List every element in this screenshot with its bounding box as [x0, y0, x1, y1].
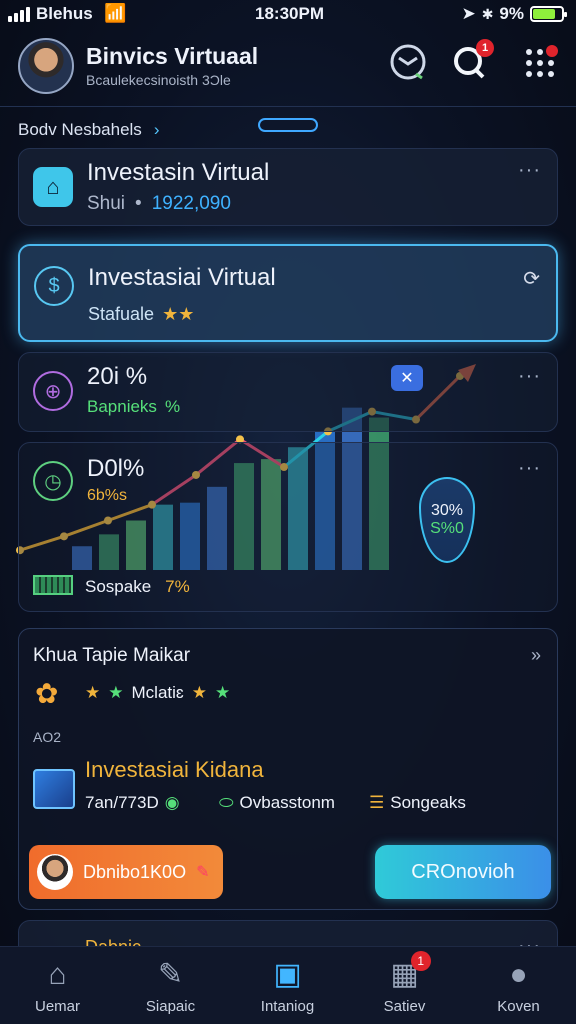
market-card[interactable]: Khua Tapie Maikar » ✿ ★ ★ Mclatiɛ ★ ★ AO… — [18, 628, 558, 910]
stat-value: Ovbasstonm — [239, 793, 335, 812]
more-icon[interactable]: ··· — [518, 457, 541, 480]
chevron-right-icon: › — [153, 120, 160, 139]
breadcrumb-label: Bodv Nesbahels — [18, 120, 142, 139]
stat-value: 7an/773D — [85, 793, 159, 812]
battery-percent: 9% — [499, 4, 524, 23]
battery-icon — [530, 6, 567, 22]
refresh-icon[interactable]: ⟳ — [523, 266, 540, 291]
legend-swatch — [33, 575, 73, 595]
avatar — [37, 854, 73, 890]
avatar[interactable] — [18, 38, 74, 94]
highlight-title: Investasiai Kidana — [85, 757, 264, 782]
minor-label: AO2 — [33, 729, 62, 745]
growth-stat-card[interactable]: ⊕ 20i % Bapnieks % ✕ ··· — [18, 352, 558, 432]
stat-value: Songeaks — [390, 793, 466, 812]
shield-top-value: 30% — [430, 502, 464, 519]
wings-icon: ✿ — [35, 678, 59, 709]
connect-button[interactable]: CROnovioh — [375, 845, 551, 899]
nav-item-calendar[interactable]: ▦ 1 Satiev — [347, 947, 462, 1024]
profile-action-button[interactable]: Dbnibo1K0O ✎ — [29, 845, 223, 899]
more-apps-button[interactable] — [518, 40, 562, 84]
bottom-nav: ⌂ Uemar ✎ Siapaic ▣ Intaniog ▦ 1 Satiev … — [0, 946, 576, 1024]
nav-item-invest[interactable]: ▣ Intaniog — [230, 947, 345, 1024]
chart-pill-icon: ⬭ — [219, 793, 234, 812]
stat-tag: % — [164, 397, 181, 416]
messages-button[interactable] — [386, 40, 430, 84]
notification-badge: 1 — [410, 951, 431, 971]
more-icon[interactable]: ··· — [518, 365, 541, 388]
investment-value: 1922,090 — [151, 193, 231, 214]
home-icon: ⌂ — [48, 957, 67, 991]
breadcrumb[interactable]: Bodv Nesbahels › — [18, 120, 159, 140]
coin-icon: ◉ — [164, 793, 180, 812]
performance-card[interactable]: ◷ D0l% 6b%s Sospake 7% 30% S%0 ··· — [18, 442, 558, 612]
globe-icon: ⊕ — [33, 371, 73, 411]
button-label: Dbnibo1K0O — [83, 861, 187, 882]
invest-icon: ▣ — [273, 958, 302, 991]
nav-label: Uemar — [34, 997, 80, 1015]
grid-icon — [526, 45, 558, 77]
star-icon: ★ — [108, 683, 124, 702]
signal-icon — [8, 7, 30, 22]
nav-label: Siapaic — [145, 998, 196, 1015]
star-icon: ★ — [214, 683, 231, 702]
shield-badge: 30% S%0 — [419, 477, 475, 563]
message-icon — [390, 44, 426, 80]
profile-icon: ● — [509, 957, 528, 991]
header-divider — [0, 106, 576, 107]
carrier-name: Blehus — [36, 4, 93, 23]
page-title: Binvics Virtuaal — [86, 43, 259, 69]
nav-label: Satiev — [383, 998, 426, 1015]
location-icon: ➤ — [461, 4, 476, 23]
stack-icon: ☰ — [369, 793, 385, 812]
market-title: Khua Tapie Maikar — [33, 645, 191, 666]
tag-icon: ✎ — [196, 864, 210, 881]
stat-label: Bapnieks — [87, 397, 157, 416]
card-subtitle: Stafuale — [88, 304, 155, 324]
nav-item-profile[interactable]: ● Koven — [461, 947, 576, 1024]
view-toggle[interactable] — [258, 118, 318, 132]
nav-label: Intaniog — [260, 998, 315, 1015]
cube-icon — [33, 769, 75, 809]
star-icon: ★ — [191, 683, 207, 702]
stat-percent: D0l% — [87, 455, 145, 482]
nav-item-edit[interactable]: ✎ Siapaic — [113, 947, 228, 1024]
rating-label: Mclatiɛ — [131, 683, 184, 702]
search-button[interactable]: 1 — [448, 39, 494, 84]
status-bar: Blehus 📶 18:30PM ➤ ✱ 9% — [0, 0, 576, 28]
investment-summary-card[interactable]: ⌂ Investasin Virtual Shui • 1922,090 ··· — [18, 148, 558, 226]
status-time: 18:30PM — [255, 4, 324, 23]
stat-sub: 6b%s — [87, 487, 128, 504]
card-title: Investasin Virtual — [87, 159, 270, 186]
star-icon: ★ — [85, 683, 101, 702]
stat-percent: 20i % — [87, 363, 148, 390]
nav-item-home[interactable]: ⌂ Uemar — [0, 947, 115, 1024]
more-icon[interactable]: ··· — [518, 159, 541, 182]
value-prefix: Shui — [87, 193, 126, 214]
bluetooth-icon: ✱ — [481, 5, 494, 22]
shield-bottom-value: S%0 — [430, 520, 464, 537]
clock-icon: ◷ — [33, 461, 73, 501]
wifi-icon: 📶 — [104, 3, 127, 23]
page-subtitle: Bcaulekecsinoisth 3Ͻle — [86, 72, 231, 88]
calendar-icon: ▦ 1 — [390, 951, 431, 992]
value-separator: • — [135, 193, 142, 214]
legend-value: 7% — [165, 577, 190, 596]
notification-badge: 1 — [476, 39, 494, 57]
building-icon: ⌂ — [33, 167, 73, 207]
card-title: Investasiai Virtual — [88, 264, 276, 291]
virtual-investment-card[interactable]: $ Investasiai Virtual Stafuale ★★ ⟳ — [18, 244, 558, 342]
chevron-right-icon[interactable]: » — [531, 645, 541, 666]
nav-label: Koven — [497, 997, 540, 1015]
edit-icon: ✎ — [157, 958, 184, 991]
star-icon: ★★ — [162, 304, 195, 324]
expand-icon[interactable]: ✕ — [391, 365, 423, 391]
dollar-icon: $ — [34, 266, 74, 306]
legend-label: Sospake — [85, 577, 152, 596]
